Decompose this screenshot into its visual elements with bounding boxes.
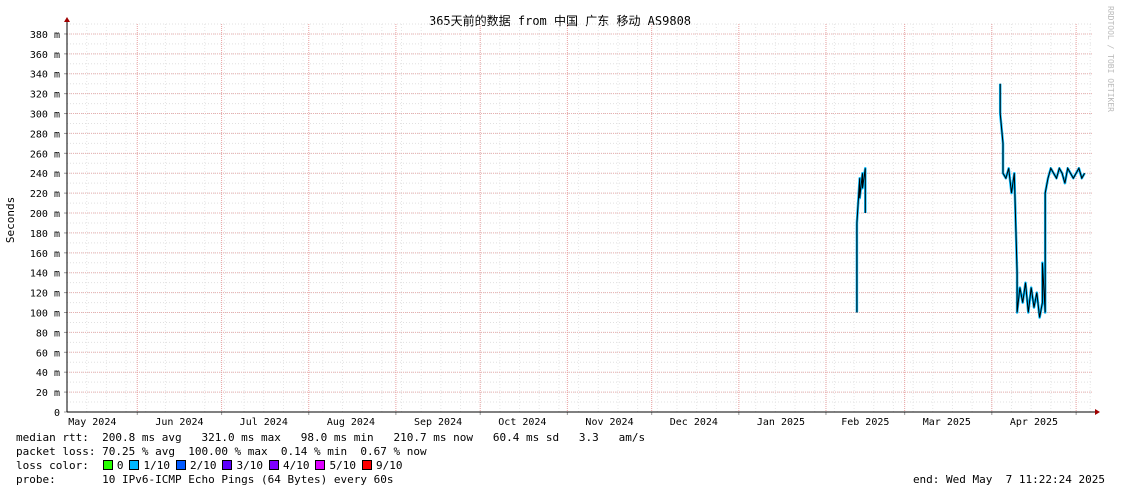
loss-color-swatch-label: 2/10 — [189, 459, 217, 472]
x-tick-label: Mar 2025 — [923, 417, 971, 428]
loss-color-label: loss color: — [16, 459, 89, 472]
y-tick-label: 100 m — [30, 309, 60, 320]
loss-swatches: 0 1/10 2/10 3/10 4/10 5/10 9/10 — [89, 459, 403, 472]
packet-loss-row: packet loss: 70.25 % avg 100.00 % max 0.… — [16, 445, 427, 459]
y-tick-label: 300 m — [30, 110, 60, 121]
x-tick-label: Jul 2024 — [240, 417, 288, 428]
probe-value: 10 IPv6-ICMP Echo Pings (64 Bytes) every… — [102, 473, 394, 486]
loss-color-swatch-label: 0 — [116, 459, 124, 472]
y-tick-label: 160 m — [30, 249, 60, 260]
y-tick-label: 20 m — [36, 388, 60, 399]
loss-color-swatch-label: 9/10 — [375, 459, 403, 472]
x-tick-label: Aug 2024 — [327, 417, 375, 428]
rrdtool-watermark: RRDTOOL / TOBI OETIKER — [1106, 6, 1115, 112]
y-tick-label: 320 m — [30, 90, 60, 101]
y-axis-label: Seconds — [4, 197, 17, 243]
y-tick-label: 260 m — [30, 149, 60, 160]
x-tick-label: May 2024 — [68, 417, 116, 428]
x-tick-label: Jan 2025 — [757, 417, 805, 428]
y-tick-label: 40 m — [36, 368, 60, 379]
y-tick-label: 140 m — [30, 269, 60, 280]
x-tick-label: Oct 2024 — [498, 417, 546, 428]
packet-loss-values: 70.25 % avg 100.00 % max 0.14 % min 0.67… — [102, 445, 427, 458]
y-tick-label: 280 m — [30, 129, 60, 140]
x-tick-label: Sep 2024 — [414, 417, 462, 428]
loss-color-swatch — [268, 460, 279, 470]
y-tick-label: 120 m — [30, 289, 60, 300]
loss-color-swatch — [129, 460, 140, 470]
rtt-chart: 365天前的数据 from 中国 广东 移动 AS9808 Seconds RR… — [4, 6, 1115, 428]
x-tick-label: Apr 2025 — [1010, 417, 1058, 428]
y-tick-label: 200 m — [30, 209, 60, 220]
y-tick-label: 360 m — [30, 50, 60, 61]
loss-color-swatch — [315, 460, 326, 470]
y-tick-label: 0 — [54, 408, 60, 419]
loss-color-row: loss color: 0 1/10 2/10 3/10 4/10 5/10 9/10 — [16, 459, 402, 473]
median-rtt-row: median rtt: 200.8 ms avg 321.0 ms max 98… — [16, 431, 645, 445]
probe-row: probe: 10 IPv6-ICMP Echo Pings (64 Bytes… — [16, 473, 394, 487]
loss-color-swatch-label: 3/10 — [236, 459, 263, 472]
probe-label: probe: — [16, 473, 56, 486]
y-tick-label: 240 m — [30, 169, 60, 180]
y-tick-label: 80 m — [36, 328, 60, 339]
packet-loss-label: packet loss: — [16, 445, 96, 458]
x-tick-label: Nov 2024 — [585, 417, 633, 428]
y-tick-label: 340 m — [30, 70, 60, 81]
x-tick-label: Jun 2024 — [155, 417, 203, 428]
loss-color-swatch — [102, 460, 113, 470]
axes — [64, 17, 1100, 415]
y-axis-arrow — [64, 17, 70, 22]
y-tick-label: 60 m — [36, 348, 60, 359]
loss-color-swatch — [175, 460, 186, 470]
median-rtt-label: median rtt: — [16, 431, 89, 444]
y-ticks: 0 20 m 40 m 60 m 80 m 100 m 120 m 140 m 160 m 180… — [30, 30, 67, 419]
x-tick-label: Feb 2025 — [841, 417, 889, 428]
loss-color-swatch-label: 1/10 — [143, 459, 170, 472]
loss-color-swatch — [222, 460, 233, 470]
y-tick-label: 220 m — [30, 189, 60, 200]
y-tick-label: 380 m — [30, 30, 60, 41]
x-ticks: May 2024 Jun 2024 Jul 2024 Aug 2024 Sep 2024… — [68, 412, 1077, 428]
grid — [66, 23, 1093, 413]
x-tick-label: Dec 2024 — [670, 417, 718, 428]
x-axis-arrow — [1095, 409, 1100, 415]
y-tick-label: 180 m — [30, 229, 60, 240]
loss-color-swatch-label: 5/10 — [329, 459, 356, 472]
chart-title: 365天前的数据 from 中国 广东 移动 AS9808 — [429, 13, 691, 28]
loss-color-swatch-label: 4/10 — [282, 459, 310, 472]
median-rtt-values: 200.8 ms avg 321.0 ms max 98.0 ms min 21… — [102, 431, 646, 444]
loss-color-swatch — [361, 460, 372, 470]
end-time: end: Wed May 7 11:22:24 2025 — [912, 473, 1105, 486]
